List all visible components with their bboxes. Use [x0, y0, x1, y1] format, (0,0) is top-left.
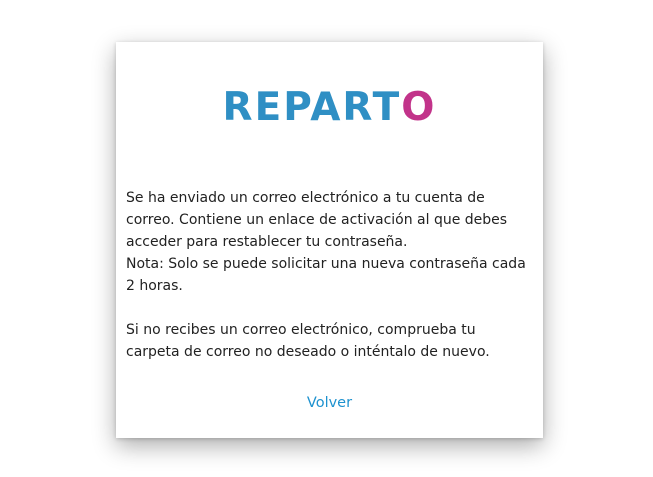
email-sent-text: Se ha enviado un correo electrónico a tu… — [126, 190, 508, 250]
confirmation-message: Se ha enviado un correo electrónico a tu… — [126, 187, 533, 363]
reparto-logo: REPARTO — [116, 86, 543, 130]
rate-limit-note: Nota: Solo se puede solicitar una nueva … — [126, 256, 526, 294]
spam-folder-hint: Si no recibes un correo electrónico, com… — [126, 322, 490, 360]
password-reset-card: REPARTO Se ha enviado un correo electrón… — [116, 42, 543, 438]
logo-text-main: REPART — [222, 85, 402, 130]
back-link[interactable]: Volver — [116, 392, 543, 414]
logo-text-accent: O — [401, 85, 437, 130]
